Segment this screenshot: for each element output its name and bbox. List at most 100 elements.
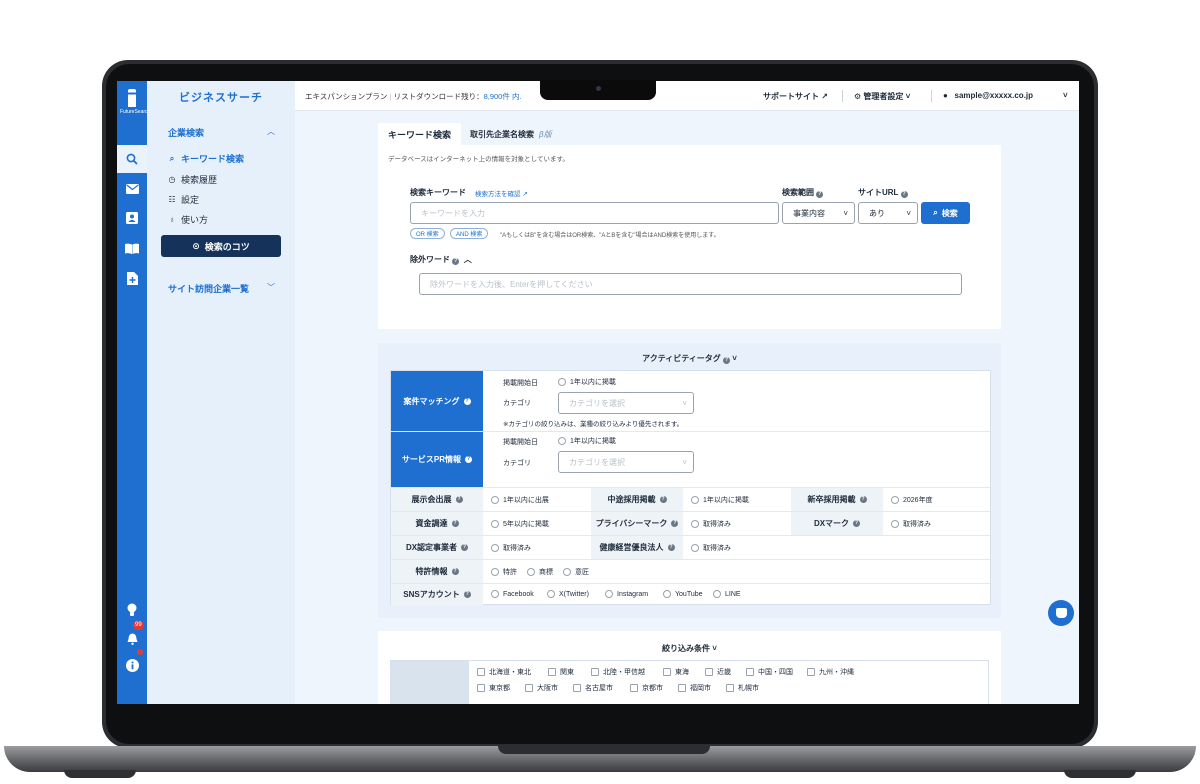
- chevron-up-icon[interactable]: ︿: [267, 126, 275, 137]
- service-pr-header-label: サービスPR情報: [401, 454, 462, 464]
- sns-radio-5[interactable]: LINE: [713, 590, 741, 598]
- dx-cert-radio[interactable]: 取得済み: [491, 543, 531, 553]
- matching-category-select[interactable]: カテゴリを選択 ˅: [558, 392, 694, 414]
- chevron-down-icon: ˅: [843, 208, 848, 218]
- help-icon[interactable]: ?: [853, 520, 861, 527]
- chevron-down-icon[interactable]: ﹀: [267, 282, 275, 293]
- service-pr-start-radio[interactable]: 1年以内に掲載: [558, 436, 616, 446]
- rail-lightbulb-icon[interactable]: [117, 596, 147, 624]
- city-checkbox[interactable]: 福岡市: [678, 683, 711, 693]
- site-url-select[interactable]: あり ˅: [858, 202, 918, 224]
- sidebar-section-site-visit[interactable]: サイト訪問企業一覧: [168, 282, 249, 295]
- dx-mark-radio[interactable]: 取得済み: [891, 519, 931, 529]
- chat-button[interactable]: [1048, 600, 1074, 626]
- help-icon[interactable]: ?: [463, 591, 471, 598]
- patent-radio-3[interactable]: 意匠: [563, 567, 589, 577]
- sns-radio-2[interactable]: X(Twitter): [547, 590, 589, 598]
- and-search-pill[interactable]: AND 検索: [450, 228, 489, 239]
- help-icon[interactable]: ?: [859, 496, 867, 503]
- patent-radio-2[interactable]: 商標: [527, 567, 553, 577]
- region-checkbox[interactable]: 関東: [548, 667, 574, 677]
- matching-start-radio[interactable]: 1年以内に掲載: [558, 377, 616, 387]
- chevron-up-icon[interactable]: ︿: [464, 255, 472, 264]
- midcareer-radio[interactable]: 1年以内に掲載: [691, 495, 749, 505]
- rail-book-icon[interactable]: [117, 234, 147, 262]
- rail-contact-icon[interactable]: [117, 204, 147, 232]
- sns-radio-3[interactable]: Instagram: [605, 590, 648, 598]
- city-checkbox[interactable]: 札幌市: [726, 683, 759, 693]
- rail-add-file-icon[interactable]: [117, 264, 147, 292]
- option-label: Instagram: [617, 590, 649, 598]
- sns-radio-4[interactable]: YouTube: [663, 590, 703, 598]
- app-screen: FutureSearch 99 ビジネスサーチ 企業検索 ︿ ⌕ キーワード検索…: [117, 81, 1079, 704]
- health-mgmt-radio[interactable]: 取得済み: [691, 543, 731, 553]
- newgrad-radio[interactable]: 2026年度: [891, 495, 933, 505]
- keyword-input[interactable]: キーワードを入力: [410, 202, 779, 224]
- funding-radio[interactable]: 5年以内に掲載: [491, 519, 549, 529]
- option-label: LINE: [725, 590, 741, 598]
- region-checkbox[interactable]: 東海: [663, 667, 689, 677]
- help-icon[interactable]: ?: [451, 568, 459, 575]
- filter-title[interactable]: 絞り込み条件 ˅: [378, 643, 1001, 654]
- scope-label-text: 検索範囲: [782, 188, 814, 197]
- help-icon[interactable]: ?: [461, 544, 469, 551]
- dx-mark-label: DXマーク?: [791, 512, 883, 535]
- tab-partner-search[interactable]: 取引先企業名検索 β版: [460, 123, 562, 145]
- region-checkbox[interactable]: 北海道・東北: [477, 667, 531, 677]
- sidebar-item-usage[interactable]: ♁ 使い方: [168, 213, 208, 226]
- sidebar-section-company-search[interactable]: 企業検索: [168, 126, 204, 139]
- rail-search-icon[interactable]: [117, 145, 147, 173]
- sidebar-item-settings[interactable]: ☷ 設定: [168, 193, 199, 206]
- row-divider: [391, 431, 990, 432]
- rail-info-icon[interactable]: [117, 649, 147, 679]
- expo-label: 展示会出展?: [391, 488, 483, 511]
- search-button[interactable]: ⌕ 検索: [921, 202, 970, 224]
- scope-select[interactable]: 事業内容 ˅: [782, 202, 855, 224]
- search-tips-button[interactable]: ⊙ 検索のコツ: [161, 235, 281, 257]
- checkbox-icon: [548, 668, 556, 676]
- region-checkbox[interactable]: 近畿: [705, 667, 731, 677]
- play-circle-icon: ⊙: [192, 240, 200, 251]
- activity-title[interactable]: アクティビティータグ ? ˅: [378, 353, 1001, 364]
- admin-settings-menu[interactable]: ⚙ 管理者設定 ˅: [854, 91, 910, 102]
- sidebar-item-history[interactable]: ◷ 検索履歴: [168, 173, 218, 186]
- region-checkbox[interactable]: 北陸・甲信越: [591, 667, 645, 677]
- filter-title-text: 絞り込み条件: [662, 644, 711, 653]
- region-checkbox[interactable]: 中国・四国: [746, 667, 793, 677]
- help-icon[interactable]: ?: [671, 520, 679, 527]
- sidebar-item-keyword-search[interactable]: ⌕ キーワード検索: [168, 152, 244, 165]
- tab-keyword-search[interactable]: キーワード検索: [378, 123, 462, 145]
- region-checkbox[interactable]: 九州・沖縄: [807, 667, 854, 677]
- how-to-link[interactable]: 検索方法を確認 ↗: [475, 188, 528, 198]
- sliders-icon: ☷: [168, 195, 176, 204]
- city-checkbox[interactable]: 京都市: [630, 683, 663, 693]
- help-icon[interactable]: ?: [465, 455, 473, 463]
- app-title: ビジネスサーチ: [179, 92, 263, 104]
- expo-radio[interactable]: 1年以内に出展: [491, 495, 549, 505]
- help-icon[interactable]: ?: [900, 191, 908, 198]
- city-checkbox[interactable]: 大阪市: [525, 683, 558, 693]
- help-icon[interactable]: ?: [816, 191, 824, 198]
- or-search-pill[interactable]: OR 検索: [410, 228, 445, 239]
- user-menu[interactable]: ● sample@xxxxx.co.jp: [943, 91, 1033, 100]
- sns-radio-1[interactable]: Facebook: [491, 590, 534, 598]
- support-site-link[interactable]: サポートサイト ↗: [763, 91, 828, 102]
- help-icon[interactable]: ?: [463, 397, 471, 405]
- help-icon[interactable]: ?: [455, 496, 463, 503]
- chevron-down-icon[interactable]: ˅: [1063, 91, 1068, 100]
- city-checkbox[interactable]: 東京都: [477, 683, 510, 693]
- help-icon[interactable]: ?: [659, 496, 667, 503]
- exclude-input[interactable]: 除外ワードを入力後、Enterを押してください: [419, 273, 962, 295]
- service-pr-category-select[interactable]: カテゴリを選択 ˅: [558, 451, 694, 473]
- privacy-mark-radio[interactable]: 取得済み: [691, 519, 731, 529]
- radio-icon: [691, 544, 699, 552]
- help-icon[interactable]: ?: [667, 544, 675, 551]
- search-icon: ⌕: [933, 208, 938, 217]
- patent-radio-1[interactable]: 特許: [491, 567, 517, 577]
- help-icon[interactable]: ?: [451, 520, 459, 527]
- rail-bell-icon[interactable]: 99: [117, 621, 147, 653]
- option-label: 2026年度: [903, 497, 933, 504]
- city-checkbox[interactable]: 名古屋市: [573, 683, 613, 693]
- rail-mail-icon[interactable]: [117, 175, 147, 203]
- help-icon[interactable]: ?: [452, 258, 460, 265]
